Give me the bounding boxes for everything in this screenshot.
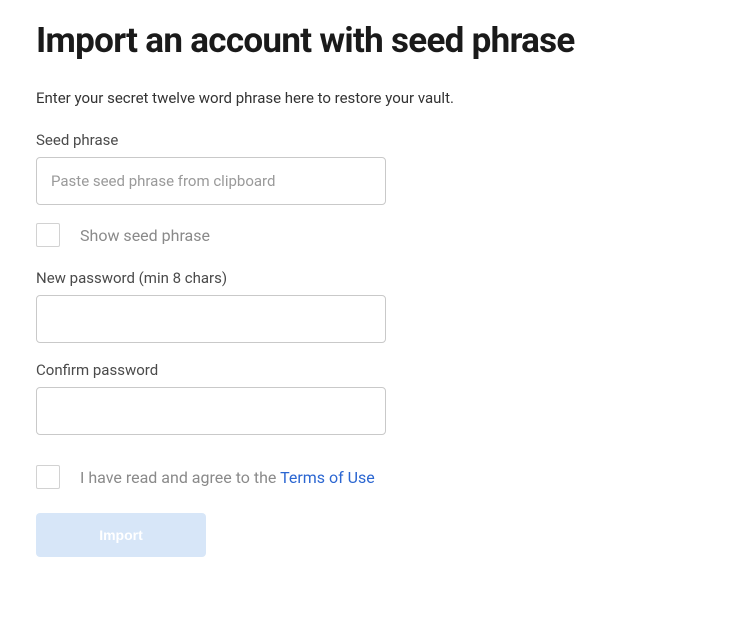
seed-phrase-input[interactable]: [36, 157, 386, 205]
import-button[interactable]: Import: [36, 513, 206, 557]
confirm-password-input[interactable]: [36, 387, 386, 435]
seed-phrase-label: Seed phrase: [36, 131, 712, 149]
show-seed-phrase-row: Show seed phrase: [36, 223, 712, 247]
show-seed-phrase-checkbox[interactable]: [36, 223, 60, 247]
seed-phrase-group: Seed phrase: [36, 131, 712, 205]
terms-prefix: I have read and agree to the: [80, 468, 280, 487]
new-password-group: New password (min 8 chars): [36, 269, 712, 343]
terms-link[interactable]: Terms of Use: [280, 468, 375, 487]
new-password-input[interactable]: [36, 295, 386, 343]
subtitle: Enter your secret twelve word phrase her…: [36, 89, 712, 107]
confirm-password-group: Confirm password: [36, 361, 712, 435]
new-password-label: New password (min 8 chars): [36, 269, 712, 287]
page-title: Import an account with seed phrase: [36, 20, 712, 61]
confirm-password-label: Confirm password: [36, 361, 712, 379]
terms-checkbox[interactable]: [36, 465, 60, 489]
terms-row: I have read and agree to the Terms of Us…: [36, 465, 712, 489]
terms-text: I have read and agree to the Terms of Us…: [80, 468, 375, 487]
show-seed-phrase-label: Show seed phrase: [80, 226, 210, 245]
